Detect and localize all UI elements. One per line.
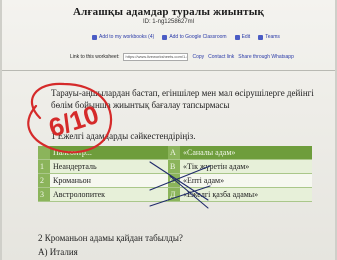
- worksheet-body: Тарауы-аңшылардан бастап, егіншілер мен …: [2, 71, 335, 260]
- question-2: 2 Кроманьон адамы қайдан табылды?: [38, 233, 183, 243]
- worksheet-page: Алғашқы адамдар туралы жиынтық ID: 1-ng1…: [2, 0, 335, 260]
- table-row: 3 Австролопитек Д «Ежелгі қазба адамы»: [38, 188, 312, 202]
- copy-link[interactable]: Copy: [192, 54, 204, 60]
- table-cell-letter: В: [168, 160, 180, 174]
- link-label: Link to this worksheet:: [70, 54, 120, 60]
- table-cell-num: 2: [38, 174, 50, 188]
- table-cell-left[interactable]: Кроманьон: [50, 174, 168, 188]
- table-cell-right: «Саналы адам»: [180, 146, 312, 160]
- table-cell-letter: С: [168, 174, 180, 188]
- table-cell-right[interactable]: «Тік жүретін адам»: [180, 160, 312, 174]
- table-cell-letter: Д: [168, 188, 180, 202]
- worksheet-header: Алғашқы адамдар туралы жиынтық ID: 1-ng1…: [2, 0, 335, 70]
- table-cell-num: 1: [38, 160, 50, 174]
- instruction-text: Тарауы-аңшылардан бастап, егіншілер мен …: [51, 88, 314, 110]
- link-row: Link to this worksheet: https://www.live…: [70, 52, 337, 62]
- table-cell-num: [38, 146, 50, 160]
- teams-icon: [258, 34, 264, 40]
- table-row: 2 Кроманьон С «Епті адам»: [38, 174, 312, 188]
- teams-label: Teams: [265, 34, 280, 40]
- table-cell-letter: А: [168, 146, 180, 160]
- edit-link[interactable]: Edit: [234, 32, 251, 42]
- question-1: 1 Ежелгі адамдарды сәйкестендіріңіз.: [51, 131, 196, 141]
- table-header-row: Палеонтр... А «Саналы адам»: [38, 146, 312, 160]
- table-cell-right[interactable]: «Епті адам»: [180, 174, 312, 188]
- add-to-classroom-link[interactable]: Add to Google Classroom: [162, 32, 227, 42]
- table-row: 1 Неандерталь В «Тік жүретін адам»: [38, 160, 312, 174]
- table-cell-num: 3: [38, 188, 50, 202]
- edit-icon: [234, 34, 240, 40]
- worksheet-url-field[interactable]: https://www.liveworksheets.com/1-ng12586…: [123, 53, 189, 61]
- classroom-icon: [162, 34, 168, 40]
- table-cell-left[interactable]: Неандерталь: [50, 160, 168, 174]
- action-bar: Add to my workbooks (4) Add to Google Cl…: [92, 32, 332, 42]
- answer-option-a[interactable]: А) Италия: [38, 247, 78, 257]
- contact-link[interactable]: Contact link: [208, 54, 234, 60]
- matching-table: Палеонтр... А «Саналы адам» 1 Неандертал…: [38, 146, 312, 202]
- teams-link[interactable]: Teams: [258, 32, 280, 42]
- add-to-classroom-label: Add to Google Classroom: [169, 34, 227, 40]
- share-whatsapp-link[interactable]: Share through Whatsapp: [238, 54, 294, 60]
- worksheet-id: ID: 1-ng1258627ml: [142, 19, 195, 25]
- add-to-workbooks-label: Add to my workbooks (4): [99, 34, 155, 40]
- page-title: Алғашқы адамдар туралы жиынтық: [72, 6, 265, 18]
- plus-icon: [92, 34, 97, 40]
- table-cell-right[interactable]: «Ежелгі қазба адамы»: [180, 188, 312, 202]
- edit-label: Edit: [241, 34, 251, 40]
- add-to-workbooks-link[interactable]: Add to my workbooks (4): [92, 32, 154, 42]
- table-cell-left[interactable]: Австролопитек: [50, 188, 168, 202]
- table-cell-left: Палеонтр...: [50, 146, 168, 160]
